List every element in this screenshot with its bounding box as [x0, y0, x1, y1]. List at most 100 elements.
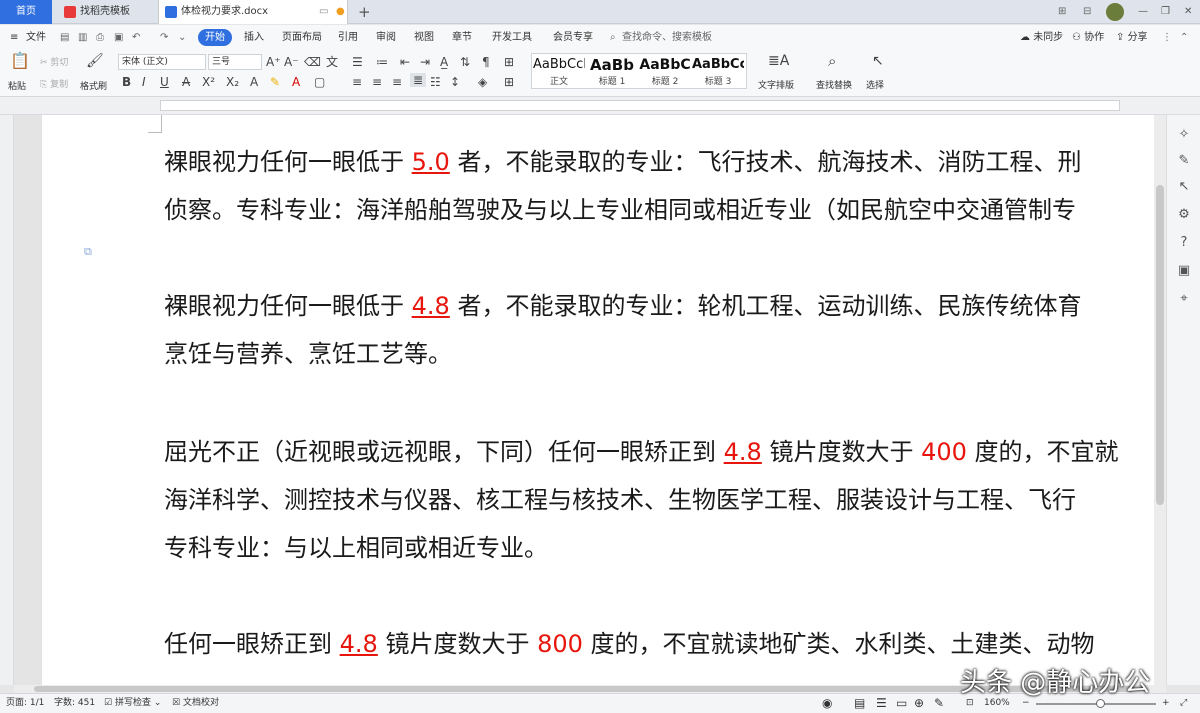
text-grid-icon[interactable]: ⊞	[504, 55, 514, 69]
decrease-indent-icon[interactable]: ⇤	[400, 55, 410, 69]
justify-icon[interactable]: ≣	[410, 73, 426, 87]
distribute-icon[interactable]: ☷	[430, 75, 441, 89]
align-center-icon[interactable]: ≡	[372, 75, 382, 89]
new-tab-button[interactable]: +	[358, 0, 371, 24]
collab-button[interactable]: ⚇ 协作	[1072, 29, 1104, 46]
restore-icon[interactable]: ❐	[1161, 0, 1170, 24]
zoom-in-icon[interactable]: +	[1162, 694, 1170, 713]
paste-button[interactable]: 粘贴	[8, 79, 26, 92]
select-cursor-icon[interactable]: ↖	[872, 54, 884, 68]
settings-sliders-icon[interactable]: ⚙	[1176, 207, 1192, 223]
spell-check-button[interactable]: ☑ 拼写检查 ⌄	[104, 694, 161, 713]
preview-icon[interactable]: ▣	[114, 29, 123, 46]
undo-icon[interactable]: ↶	[132, 29, 140, 46]
paragraph-1-line-1[interactable]: 裸眼视力任何一眼低于 5.0 者，不能录取的专业：飞行技术、航海技术、消防工程、…	[164, 138, 1164, 186]
command-search-input[interactable]: 查找命令、搜索模板	[622, 29, 712, 46]
monitor-icon[interactable]: ▭	[319, 0, 328, 24]
menu-review[interactable]: 审阅	[376, 29, 396, 46]
menu-devtools[interactable]: 开发工具	[492, 29, 532, 46]
underline-icon[interactable]: U	[160, 75, 169, 89]
grow-font-icon[interactable]: A⁺	[266, 55, 281, 69]
menu-chapter[interactable]: 章节	[452, 29, 472, 46]
page-view-icon[interactable]: ▤	[854, 694, 865, 713]
align-right-icon[interactable]: ≡	[392, 75, 402, 89]
menu-reference[interactable]: 引用	[338, 29, 358, 46]
redo-icon[interactable]: ↷	[160, 29, 168, 46]
italic-icon[interactable]: I	[142, 75, 146, 89]
proofread-button[interactable]: ☒ 文档校对	[172, 694, 219, 713]
numbering-icon[interactable]: ≔	[376, 55, 388, 69]
style-heading-2[interactable]: AaBbC 标题 2	[639, 56, 691, 88]
tab-home[interactable]: 首页	[0, 0, 52, 24]
format-painter-button[interactable]: 格式刷	[80, 79, 107, 92]
paragraph-3-line-3[interactable]: 专科专业：与以上相同或相近专业。	[164, 524, 1164, 572]
save-icon[interactable]: ▤	[60, 29, 69, 46]
export-icon[interactable]: ▥	[78, 29, 87, 46]
subscript-icon[interactable]: X₂	[226, 75, 239, 89]
shading-icon[interactable]: ◈	[478, 75, 487, 89]
horizontal-ruler[interactable]	[0, 97, 1200, 115]
align-left-icon[interactable]: ≡	[352, 75, 362, 89]
shrink-font-icon[interactable]: A⁻	[284, 55, 299, 69]
find-replace-icon[interactable]: ⌕	[828, 54, 836, 69]
paste-icon[interactable]: 📋	[10, 53, 30, 69]
paragraph-2-line-2[interactable]: 烹饪与营养、烹饪工艺等。	[164, 330, 1164, 378]
eye-protect-icon[interactable]: ◉	[822, 694, 832, 713]
page-count[interactable]: 页面: 1/1	[6, 694, 44, 713]
print-icon[interactable]: ⎙	[96, 29, 104, 46]
paragraph-2-line-1[interactable]: 裸眼视力任何一眼低于 4.8 者，不能录取的专业：轮机工程、运动训练、民族传统体…	[164, 282, 1164, 330]
smart-tools-icon[interactable]: ✧	[1176, 127, 1192, 143]
font-name-select[interactable]: 宋体 (正文)	[118, 54, 206, 70]
show-marks-icon[interactable]: ¶	[482, 55, 490, 69]
menu-member[interactable]: 会员专享	[553, 29, 593, 46]
grid-icon[interactable]: ⊟	[1083, 0, 1091, 24]
cut-button[interactable]: ✂ 剪切	[40, 55, 68, 68]
font-color-icon[interactable]: A	[292, 75, 300, 89]
text-layout-icon[interactable]: ≣A	[768, 54, 789, 68]
paragraph-handle-icon[interactable]: ⧉	[84, 245, 92, 259]
find-replace-button[interactable]: 查找替换	[816, 78, 852, 91]
strikethrough-icon[interactable]: A	[182, 75, 190, 89]
image-icon[interactable]: ▣	[1176, 263, 1192, 279]
menu-insert[interactable]: 插入	[244, 29, 264, 46]
vertical-scrollbar[interactable]	[1154, 115, 1166, 685]
help-icon[interactable]: ?	[1176, 235, 1192, 251]
location-icon[interactable]: ⌖	[1176, 291, 1192, 307]
sync-button[interactable]: ☁ 未同步	[1020, 29, 1063, 46]
read-view-icon[interactable]: ▭	[896, 694, 907, 713]
chevron-down-icon[interactable]: ⌄	[178, 29, 186, 46]
font-size-select[interactable]: 三号	[208, 54, 262, 70]
web-view-icon[interactable]: ⊕	[914, 694, 924, 713]
document-canvas[interactable]: ⧉ 裸眼视力任何一眼低于 5.0 者，不能录取的专业：飞行技术、航海技术、消防工…	[14, 115, 1166, 685]
style-heading-3[interactable]: AaBbCcDd 标题 3	[692, 56, 744, 88]
fullscreen-icon[interactable]: ⤢	[1180, 694, 1187, 713]
outline-view-icon[interactable]: ☰	[876, 694, 887, 713]
select-button[interactable]: 选择	[866, 78, 884, 91]
borders-icon[interactable]: ⊞	[504, 75, 514, 89]
bullets-icon[interactable]: ☰	[352, 55, 363, 69]
text-effect-icon[interactable]: A	[250, 75, 258, 89]
text-layout-button[interactable]: 文字排版	[758, 78, 794, 91]
document-page[interactable]: ⧉ 裸眼视力任何一眼低于 5.0 者，不能录取的专业：飞行技术、航海技术、消防工…	[42, 115, 1166, 685]
chinese-layout-icon[interactable]: A̲	[440, 55, 448, 69]
style-normal[interactable]: AaBbCcDd 正文	[533, 56, 585, 88]
bold-icon[interactable]: B	[122, 75, 131, 89]
menu-layout[interactable]: 页面布局	[282, 29, 322, 46]
style-heading-1[interactable]: AaBb 标题 1	[586, 56, 638, 88]
line-spacing-icon[interactable]: ↕	[450, 75, 460, 89]
zoom-slider-thumb[interactable]	[1096, 699, 1105, 708]
paragraph-4-line-1[interactable]: 任何一眼矫正到 4.8 镜片度数大于 800 度的，不宜就读地矿类、水利类、土建…	[164, 620, 1164, 668]
tab-template[interactable]: 找稻壳模板	[58, 0, 154, 24]
superscript-icon[interactable]: X²	[202, 75, 215, 89]
copy-button[interactable]: ⎘ 复制	[40, 77, 68, 90]
format-painter-icon[interactable]: 🖌	[86, 54, 104, 68]
share-button[interactable]: ⇪ 分享	[1116, 29, 1148, 46]
minimize-icon[interactable]: —	[1138, 0, 1148, 24]
clear-format-icon[interactable]: ⌫	[304, 55, 321, 69]
paragraph-3-line-1[interactable]: 屈光不正（近视眼或远视眼，下同）任何一眼矫正到 4.8 镜片度数大于 400 度…	[164, 428, 1164, 476]
phonetic-icon[interactable]: 文	[326, 55, 338, 69]
word-count[interactable]: 字数: 451	[54, 694, 95, 713]
highlight-icon[interactable]: ✎	[270, 75, 280, 89]
sort-icon[interactable]: ⇅	[460, 55, 470, 69]
char-border-icon[interactable]: ▢	[314, 75, 325, 89]
